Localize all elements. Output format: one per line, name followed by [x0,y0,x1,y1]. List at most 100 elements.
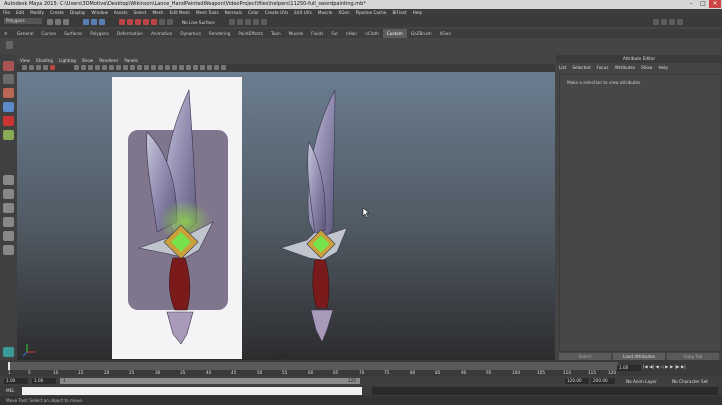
shelf-tab-gozbrush[interactable]: GoZBrush [407,29,436,38]
select-object-icon[interactable] [91,19,97,25]
time-slider[interactable]: 1 5 10 15 20 25 30 35 40 45 50 55 60 65 … [0,360,722,376]
step-forward-key-icon[interactable]: |▶ [675,364,680,369]
io-icon[interactable] [167,19,173,25]
texture-plane[interactable] [112,77,242,359]
depth-of-field-icon[interactable] [158,65,163,70]
shelf-tab-xgen[interactable]: XGen [436,29,455,38]
copy-tab-button[interactable]: Copy Tab [667,353,719,360]
shelf-tab-nhair[interactable]: nHair [342,29,361,38]
attr-menu-selected[interactable]: Selected [569,64,593,72]
textured-icon[interactable] [95,65,100,70]
shelf-tab-fluids[interactable]: Fluids [307,29,327,38]
panel-menu-panels[interactable]: Panels [121,57,140,64]
persp-graph-layout-icon[interactable] [3,217,14,227]
go-to-end-icon[interactable]: ▶| [681,364,686,369]
menu-xgen[interactable]: XGen [335,9,352,17]
mel-input[interactable] [22,387,362,395]
grid-toggle-icon[interactable] [50,65,55,70]
image-plane-icon[interactable] [43,65,48,70]
shelf-tab-deformation[interactable]: Deformation [113,29,147,38]
menu-file[interactable]: File [0,9,13,17]
resolution-gate-icon[interactable] [200,65,205,70]
shelf-tab-rendering[interactable]: Rendering [205,29,234,38]
hypershade-layout-icon[interactable] [3,231,14,241]
safe-title-icon[interactable] [193,65,198,70]
shelf-item-icon[interactable] [6,41,13,49]
select-button[interactable]: Select [559,353,611,360]
motion-blur-icon[interactable] [144,65,149,70]
camera-attrs-icon[interactable] [29,65,34,70]
menu-bifrost[interactable]: BiFrost [389,9,409,17]
range-bar[interactable]: 1 120 [60,378,360,384]
play-forward-icon[interactable]: ▶ [665,364,668,369]
range-start-field[interactable]: 1.00 [32,378,56,384]
time-slider-track[interactable] [8,362,618,370]
menu-edit[interactable]: Edit [13,9,27,17]
maximize-button[interactable]: □ [697,0,709,8]
panel-menu-shading[interactable]: Shading [33,57,56,64]
shelf-tab-toon[interactable]: Toon [267,29,285,38]
step-back-key-icon[interactable]: ◀| [649,364,654,369]
menu-create-uvs[interactable]: Create UVs [262,9,291,17]
select-hierarchy-icon[interactable] [83,19,89,25]
snap-point-icon[interactable] [135,19,141,25]
channel-box-icon[interactable] [677,19,683,25]
backface-culling-icon[interactable] [130,65,135,70]
hypershade-icon[interactable] [261,19,267,25]
xray-joints-icon[interactable] [123,65,128,70]
safe-action-icon[interactable] [186,65,191,70]
shelf-tab-ncloth[interactable]: nCloth [361,29,383,38]
anim-layer-dropdown[interactable]: No Anim Layer [626,379,657,384]
snap-view-plane-icon[interactable] [143,19,149,25]
ipr-render-icon[interactable] [245,19,251,25]
make-live-icon[interactable] [151,19,157,25]
open-scene-icon[interactable] [55,19,61,25]
menu-mesh[interactable]: Mesh [149,9,166,17]
uv-layout-icon[interactable] [3,245,14,255]
smooth-shade-icon[interactable] [81,65,86,70]
rotate-tool-icon[interactable] [3,102,14,112]
shelf-options-icon[interactable]: ≡ [0,29,13,38]
menu-display[interactable]: Display [67,9,88,17]
scale-tool-icon[interactable] [3,116,14,126]
single-perspective-layout-icon[interactable] [3,175,14,185]
camera-select-icon[interactable] [22,65,27,70]
shelf-tab-polygons[interactable]: Polygons [86,29,113,38]
last-tool-icon[interactable] [3,130,14,140]
select-tool-icon[interactable] [3,61,14,71]
menu-set-dropdown[interactable]: Polygons [4,18,42,24]
panel-menu-lighting[interactable]: Lighting [56,57,79,64]
ambient-occlusion-icon[interactable] [137,65,142,70]
attribute-editor-toggle-icon[interactable] [661,19,667,25]
shelf-tab-curves[interactable]: Curves [38,29,61,38]
tool-settings-icon[interactable] [669,19,675,25]
load-attributes-button[interactable]: Load Attributes [613,353,665,360]
render-view-icon[interactable] [229,19,235,25]
attr-menu-show[interactable]: Show [638,64,655,72]
render-settings-icon[interactable] [253,19,259,25]
modeling-toolkit-icon[interactable] [653,19,659,25]
current-time-marker[interactable] [8,362,10,370]
menu-edit-uvs[interactable]: Edit UVs [291,9,315,17]
shelf-tab-muscle[interactable]: Muscle [285,29,308,38]
panel-menu-show[interactable]: Show [79,57,96,64]
menu-pipeline-cache[interactable]: Pipeline Cache [353,9,390,17]
menu-color[interactable]: Color [245,9,262,17]
menu-muscle[interactable]: Muscle [315,9,336,17]
xray-icon[interactable] [116,65,121,70]
menu-help[interactable]: Help [410,9,426,17]
shelf-tab-painteffects[interactable]: PaintEffects [234,29,267,38]
current-frame-field[interactable]: 1.00 [617,365,641,371]
viewcube-icon[interactable] [3,347,14,357]
wireframe-on-shaded-icon[interactable] [88,65,93,70]
panel-menu-renderer[interactable]: Renderer [96,57,121,64]
persp-outliner-layout-icon[interactable] [3,203,14,213]
shelf-tab-fur[interactable]: Fur [327,29,342,38]
go-to-start-icon[interactable]: |◀ [643,364,648,369]
menu-normals[interactable]: Normals [222,9,245,17]
bookmark-icon[interactable] [36,65,41,70]
move-tool-icon[interactable] [3,88,14,98]
attr-menu-attributes[interactable]: Attributes [611,64,638,72]
gate-mask-icon[interactable] [172,65,177,70]
anim-start-field[interactable]: 1.00 [4,378,28,384]
